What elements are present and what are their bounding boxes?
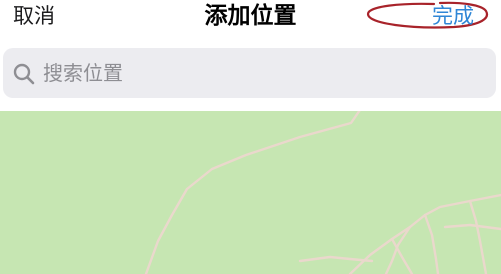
done-button[interactable]: 完成 [432, 3, 474, 29]
search-icon [13, 63, 35, 85]
cancel-button[interactable]: 取消 [13, 3, 55, 29]
search-input[interactable] [43, 56, 483, 90]
map-view[interactable] [0, 111, 501, 274]
search-bar[interactable] [3, 48, 496, 98]
page-title: 添加位置 [204, 3, 297, 29]
map-roads [144, 111, 501, 274]
navigation-bar: 取消 添加位置 完成 [0, 0, 501, 36]
